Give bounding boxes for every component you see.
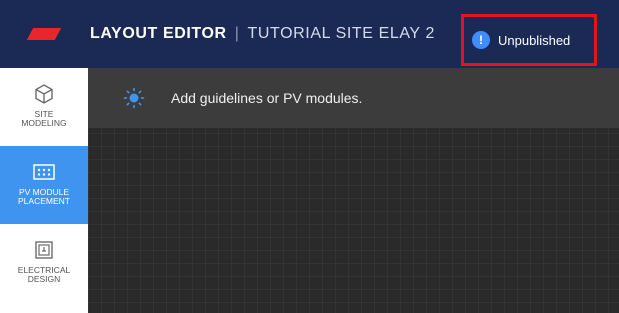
sidebar: SITE MODELING PV MODULE PLACEMENT ELECTR <box>0 68 88 313</box>
hint-message: Add guidelines or PV modules. <box>171 90 363 106</box>
page-title: LAYOUT EDITOR | TUTORIAL SITE ELAY 2 <box>90 0 435 68</box>
sidebar-item-pv-module-placement[interactable]: PV MODULE PLACEMENT <box>0 146 88 224</box>
app-title: LAYOUT EDITOR <box>90 25 227 42</box>
logo-icon <box>26 28 62 40</box>
site-name: TUTORIAL SITE ELAY 2 <box>247 25 435 42</box>
logo[interactable] <box>0 0 88 68</box>
module-grid-icon <box>33 160 55 184</box>
cube-icon <box>33 82 55 106</box>
sun-icon <box>123 87 145 109</box>
sidebar-item-label: PV MODULE PLACEMENT <box>18 187 70 206</box>
sidebar-item-label: SITE MODELING <box>21 109 67 128</box>
layout-canvas[interactable]: Add guidelines or PV modules. <box>88 68 619 313</box>
title-separator: | <box>234 25 240 42</box>
hint-banner: Add guidelines or PV modules. <box>88 68 619 128</box>
exclamation-icon: ! <box>472 31 490 49</box>
sidebar-item-label: ELECTRICAL DESIGN <box>17 265 71 284</box>
sidebar-item-electrical-design[interactable]: ELECTRICAL DESIGN <box>0 224 88 302</box>
sidebar-item-site-modeling[interactable]: SITE MODELING <box>0 68 88 146</box>
status-label: Unpublished <box>498 32 571 48</box>
status-highlight: ! Unpublished <box>461 14 597 66</box>
electrical-icon <box>34 238 54 262</box>
status-badge[interactable]: ! Unpublished <box>472 29 570 51</box>
top-bar: LAYOUT EDITOR | TUTORIAL SITE ELAY 2 ! U… <box>0 0 619 68</box>
